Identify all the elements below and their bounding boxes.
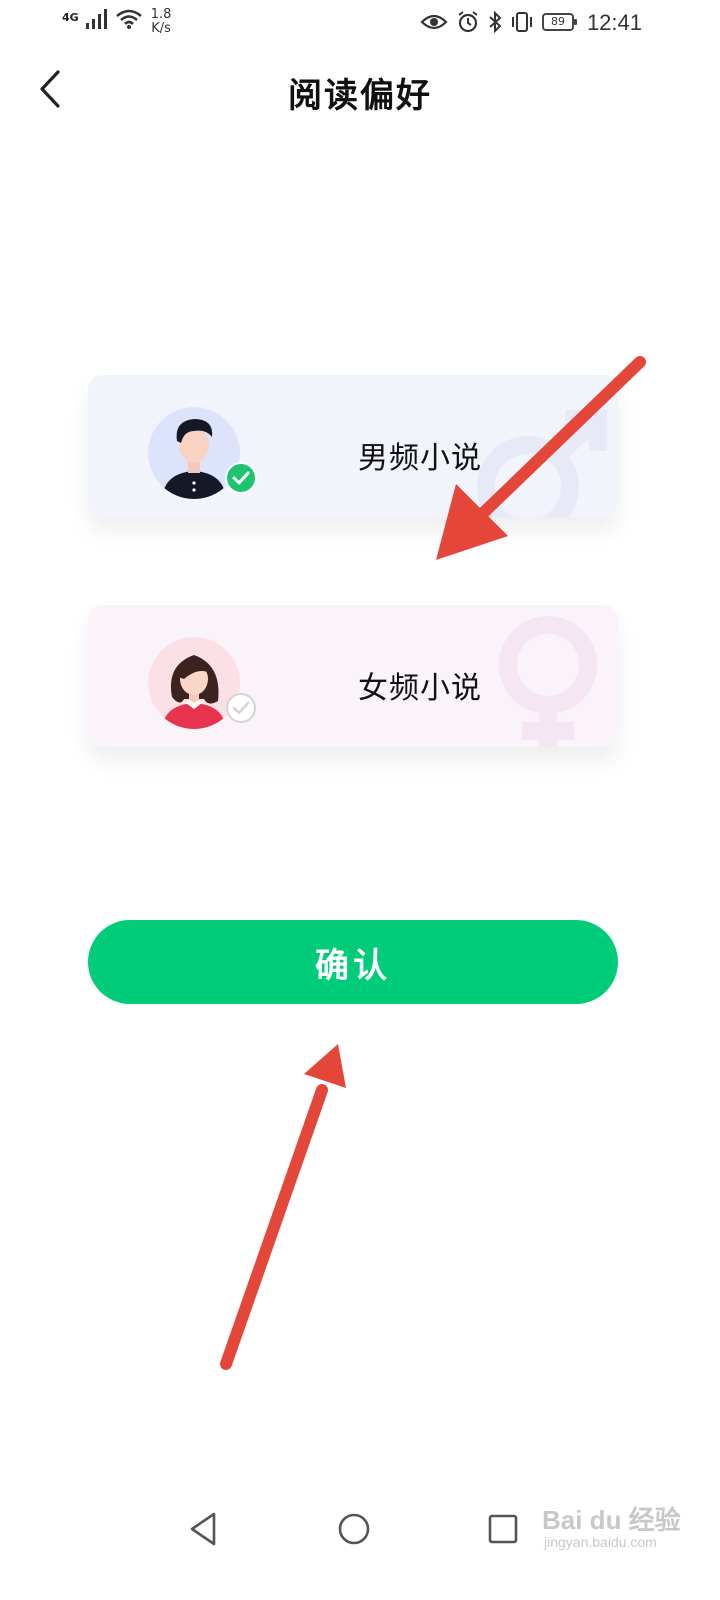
square-recent-icon[interactable]	[486, 1512, 520, 1546]
triangle-back-icon[interactable]	[186, 1510, 220, 1548]
baidu-watermark: Bai du 经验	[542, 1505, 681, 1535]
circle-home-icon[interactable]	[336, 1510, 372, 1548]
baidu-watermark-url: jingyan.baidu.com	[544, 1534, 657, 1550]
annotation-arrow-to-confirm	[220, 1044, 346, 1370]
